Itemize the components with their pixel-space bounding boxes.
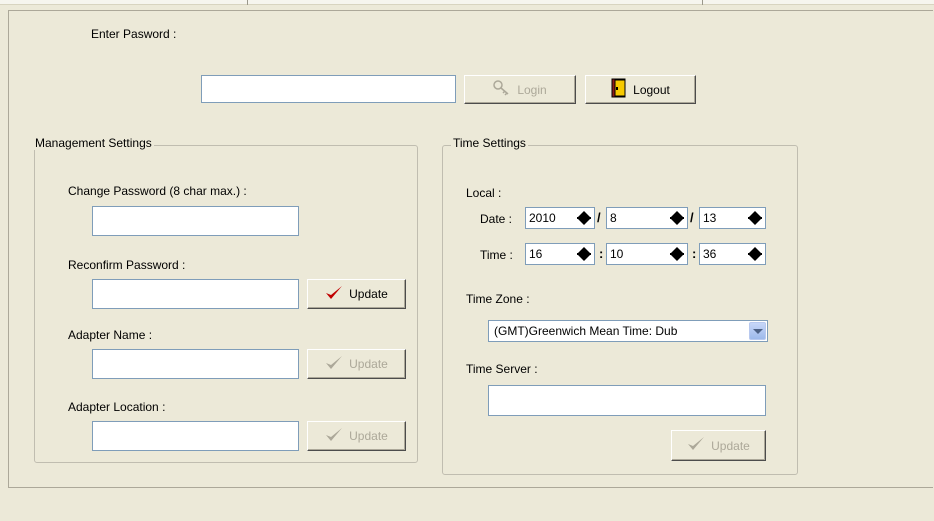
spinner-up-down-icon[interactable] xyxy=(669,245,685,263)
adapter-location-input[interactable] xyxy=(92,421,299,451)
management-settings-title: Management Settings xyxy=(33,136,154,150)
key-icon xyxy=(493,80,511,99)
minute-spinner[interactable]: 10 xyxy=(606,243,688,265)
spinner-up-down-icon[interactable] xyxy=(576,245,592,263)
checkmark-icon xyxy=(687,436,705,455)
reconfirm-password-label: Reconfirm Password : xyxy=(68,258,186,272)
spinner-up-down-icon[interactable] xyxy=(747,245,763,263)
time-settings-title: Time Settings xyxy=(451,136,528,150)
spinner-up-down-icon[interactable] xyxy=(669,209,685,227)
update-password-button[interactable]: Update xyxy=(307,279,406,309)
second-spinner[interactable]: 36 xyxy=(699,243,766,265)
time-label: Time : xyxy=(480,248,513,262)
top-tick xyxy=(247,0,248,5)
hour-value: 16 xyxy=(529,247,543,261)
chevron-down-icon[interactable] xyxy=(749,322,766,340)
day-spinner[interactable]: 13 xyxy=(699,207,766,229)
date-separator: / xyxy=(597,210,601,225)
time-server-input[interactable] xyxy=(488,385,766,416)
update-label: Update xyxy=(349,357,388,371)
change-password-label: Change Password (8 char max.) : xyxy=(68,184,247,198)
minute-value: 10 xyxy=(610,247,624,261)
login-label: Login xyxy=(517,82,547,97)
spinner-up-down-icon[interactable] xyxy=(576,209,592,227)
reconfirm-password-input[interactable] xyxy=(92,279,299,309)
update-label: Update xyxy=(711,438,750,453)
spinner-up-down-icon[interactable] xyxy=(747,209,763,227)
adapter-location-label: Adapter Location : xyxy=(68,400,166,414)
checkmark-icon xyxy=(325,355,343,374)
local-label: Local : xyxy=(466,186,502,200)
day-value: 13 xyxy=(703,211,717,225)
checkmark-icon xyxy=(325,285,343,304)
update-adapter-name-button[interactable]: Update xyxy=(307,349,406,379)
adapter-name-label: Adapter Name : xyxy=(68,328,153,342)
year-spinner[interactable]: 2010 xyxy=(525,207,595,229)
update-time-button[interactable]: Update xyxy=(671,430,766,461)
timezone-label: Time Zone : xyxy=(466,292,530,306)
hour-spinner[interactable]: 16 xyxy=(525,243,595,265)
adapter-name-input[interactable] xyxy=(92,349,299,379)
update-label: Update xyxy=(349,287,388,301)
time-separator: : xyxy=(692,246,697,261)
change-password-input[interactable] xyxy=(92,206,299,236)
date-label: Date : xyxy=(480,212,513,226)
timezone-select[interactable]: (GMT)Greenwich Mean Time: Dub xyxy=(488,320,768,342)
update-adapter-location-button[interactable]: Update xyxy=(307,421,406,451)
time-separator: : xyxy=(599,246,604,261)
login-button[interactable]: Login xyxy=(464,75,576,104)
month-spinner[interactable]: 8 xyxy=(606,207,688,229)
month-value: 8 xyxy=(610,211,617,225)
time-server-label: Time Server : xyxy=(466,362,538,376)
password-label: Enter Pasword : xyxy=(91,27,177,41)
logout-button[interactable]: Logout xyxy=(585,75,696,104)
top-tick xyxy=(702,0,703,5)
second-value: 36 xyxy=(703,247,717,261)
top-edge xyxy=(0,0,934,5)
timezone-value: (GMT)Greenwich Mean Time: Dub xyxy=(494,324,678,338)
door-exit-icon xyxy=(611,78,627,101)
year-value: 2010 xyxy=(529,211,556,225)
logout-label: Logout xyxy=(633,82,670,97)
date-separator: / xyxy=(690,210,694,225)
update-label: Update xyxy=(349,429,388,443)
password-input[interactable] xyxy=(201,75,456,103)
checkmark-icon xyxy=(325,427,343,446)
